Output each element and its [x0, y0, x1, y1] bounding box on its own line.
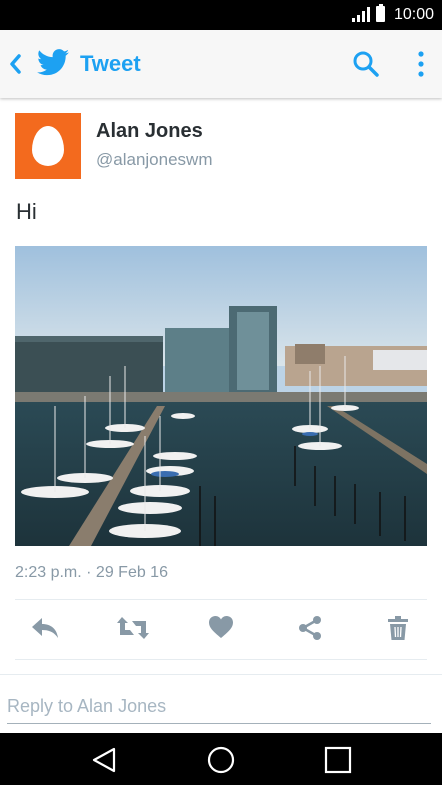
status-time: 10:00 — [393, 6, 434, 23]
tweet-text: Hi — [16, 199, 37, 224]
trash-icon[interactable] — [387, 615, 409, 641]
divider — [15, 659, 427, 660]
default-egg-icon — [32, 126, 64, 166]
home-circle-icon[interactable] — [206, 746, 236, 774]
share-icon[interactable] — [297, 615, 323, 641]
status-bar: 10:00 — [0, 0, 442, 30]
chevron-left-icon[interactable] — [8, 53, 22, 75]
back-triangle-icon[interactable] — [90, 746, 118, 774]
app-bar: Tweet — [0, 30, 442, 98]
tweet-timestamp: 2:23 p.m. · 29 Feb 16 — [15, 564, 168, 581]
reply-composer — [0, 675, 442, 733]
signal-icon — [352, 7, 370, 22]
tweet-actions — [0, 603, 442, 658]
heart-icon[interactable] — [208, 615, 234, 639]
author-handle[interactable]: @alanjoneswm — [96, 150, 212, 170]
author-name[interactable]: Alan Jones — [96, 120, 203, 143]
retweet-icon[interactable] — [116, 615, 150, 641]
page-title: Tweet — [80, 51, 141, 76]
avatar[interactable] — [15, 113, 81, 179]
harbor-photo — [15, 246, 427, 546]
recents-square-icon[interactable] — [324, 746, 352, 774]
tweet-photo[interactable] — [15, 246, 427, 546]
reply-icon[interactable] — [30, 615, 60, 641]
divider — [15, 599, 427, 600]
system-nav-bar — [0, 733, 442, 785]
battery-icon — [376, 4, 385, 22]
reply-input[interactable] — [7, 689, 431, 724]
twitter-bird-icon — [37, 49, 69, 76]
search-icon[interactable] — [352, 50, 380, 78]
more-vert-icon[interactable] — [413, 50, 429, 78]
